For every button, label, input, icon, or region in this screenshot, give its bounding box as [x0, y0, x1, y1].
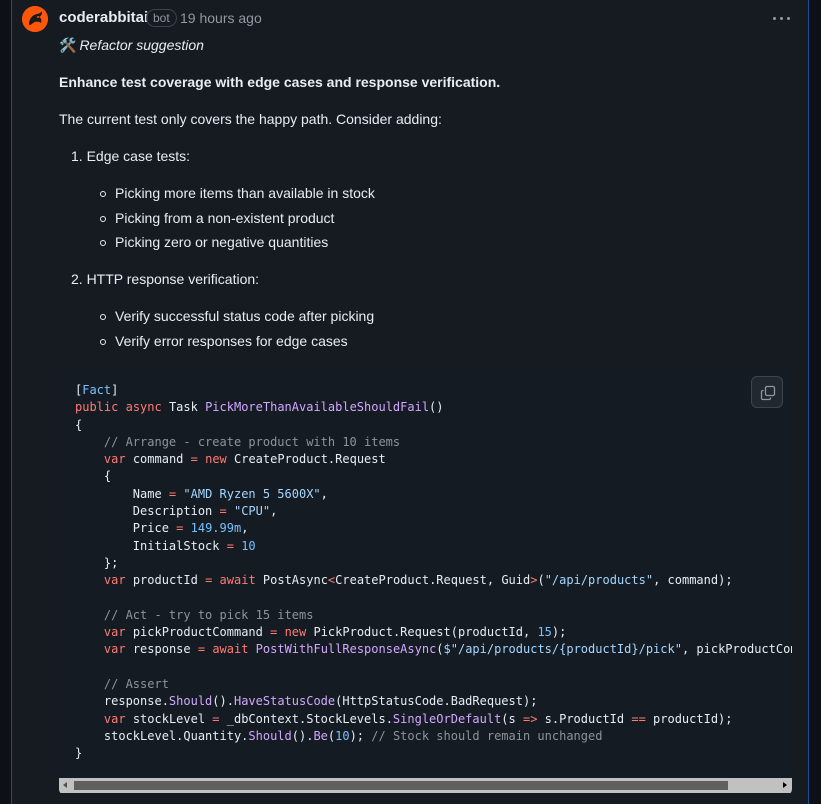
list-item: Verify error responses for edge cases: [100, 333, 348, 349]
code-line: // Assert: [103, 677, 169, 692]
comment-intro: The current test only covers the happy p…: [59, 111, 442, 127]
code-line: Name = "AMD Ryzen 5 5600X",: [75, 486, 328, 501]
list-item: Verify successful status code after pick…: [99, 308, 375, 324]
copy-button[interactable]: [751, 376, 783, 408]
comment-heading: Enhance test coverage with edge cases an…: [59, 74, 501, 90]
code-line: public async Task PickMoreThanAvailableS…: [75, 400, 444, 415]
code-line: {: [75, 417, 83, 432]
list-item: Picking more items than available in sto…: [100, 185, 375, 201]
scroll-left-icon[interactable]: [63, 782, 67, 788]
bot-badge: bot: [146, 9, 177, 27]
suggestion-label: 🛠️ Refactor suggestion: [59, 37, 204, 54]
code-line: var productId = await PostAsync<CreatePr…: [103, 573, 733, 588]
code-line: var stockLevel = _dbContext.StockLevels.…: [103, 711, 733, 726]
code-line: response.Should().HaveStatusCode(HttpSta…: [75, 694, 538, 709]
kebab-menu-icon[interactable]: [772, 8, 792, 28]
list-item: 2. HTTP response verification:: [71, 271, 260, 287]
code-line: var response = await PostWithFullRespons…: [103, 642, 792, 657]
code-line: ​: [75, 590, 792, 607]
list-item: 1. Edge case tests:: [71, 148, 191, 164]
code-line: // Act - try to pick 15 items: [103, 607, 314, 622]
code-line: // Arrange - create product with 10 item…: [103, 434, 401, 449]
horizontal-scrollbar[interactable]: [59, 778, 792, 793]
scroll-right-icon[interactable]: [783, 782, 787, 788]
code-block[interactable]: [Fact] public async Task PickMoreThanAvai…: [59, 368, 792, 795]
code-line: ​: [75, 659, 792, 676]
copy-icon: [760, 385, 776, 401]
code-line: Description = "CPU",: [75, 504, 278, 519]
author-name[interactable]: coderabbitai: [59, 9, 148, 26]
code-line: };: [75, 555, 119, 570]
code-line: var pickProductCommand = new PickProduct…: [103, 625, 567, 640]
list-item: Picking zero or negative quantities: [99, 234, 329, 250]
avatar[interactable]: [22, 6, 48, 32]
avatar-rabbit-icon: [22, 6, 48, 32]
code-line: InitialStock = 10: [75, 538, 256, 553]
hammer-wrench-icon: 🛠️: [59, 37, 77, 53]
timestamp[interactable]: 19 hours ago: [180, 10, 262, 26]
review-comment: coderabbitai bot 19 hours ago 🛠️ Refactor…: [12, 0, 808, 804]
code-line: {: [75, 469, 112, 484]
code-line: Price = 149.99m,: [75, 521, 249, 536]
code-line: var command = new CreateProduct.Request: [103, 452, 386, 467]
timeline-line-right: [808, 0, 809, 804]
code-content[interactable]: [Fact] public async Task PickMoreThanAvai…: [75, 382, 792, 763]
list-item: Picking from a non-existent product: [99, 210, 335, 226]
code-line: }: [75, 746, 83, 761]
code-line: stockLevel.Quantity.Should().Be(10); // …: [75, 728, 603, 743]
scrollbar-thumb[interactable]: [74, 781, 728, 790]
suggestion-label-text: Refactor suggestion: [79, 37, 204, 53]
code-line: [Fact]: [75, 383, 119, 397]
